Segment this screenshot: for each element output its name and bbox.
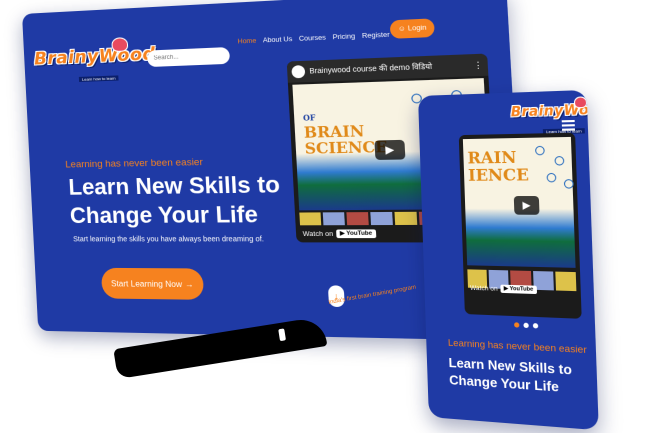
nav-home[interactable]: Home [237, 37, 256, 45]
slider-knob[interactable] [278, 328, 287, 342]
carousel-dot[interactable] [514, 322, 520, 328]
search-input[interactable] [146, 47, 231, 68]
youtube-icon: ▶ YouTube [500, 284, 537, 295]
brand-logo[interactable]: BrainyWood Learn how to learn [34, 37, 156, 84]
channel-avatar[interactable] [291, 65, 306, 79]
more-options-icon[interactable]: ⋮ [473, 60, 483, 70]
hero-tagline: Learning has never been easier [447, 337, 588, 357]
watch-on-label: Watch on [469, 284, 498, 293]
carousel-dot[interactable] [523, 322, 529, 329]
stage: BrainyWood Learn how to learn Home About… [0, 0, 666, 433]
carousel-dots [514, 322, 539, 329]
login-button[interactable]: ☺ Login [389, 18, 435, 39]
nav-register[interactable]: Register [362, 31, 390, 40]
watch-on-label: Watch on [302, 230, 334, 238]
hero-headline-line1: Learn New Skills to [67, 171, 281, 200]
neuron-graphic [563, 179, 574, 189]
hero-tagline: Learning has never been easier [65, 156, 204, 171]
brain-logo-icon [573, 96, 588, 109]
nav-pricing[interactable]: Pricing [332, 33, 355, 42]
carousel-dot[interactable] [532, 323, 539, 329]
main-nav: Home About Us Courses Pricing Register [237, 31, 390, 45]
hero-subtitle: Start learning the skills you have alway… [73, 236, 265, 244]
user-icon: ☺ [397, 25, 406, 34]
hero-headline-line2: Change Your Life [69, 201, 259, 229]
thumbnail-line2: IENCE [467, 164, 530, 185]
login-label: Login [407, 24, 427, 33]
brain-logo-icon [111, 37, 129, 53]
thumbnail-line1: RAIN [467, 147, 517, 168]
hero-headline: Learn New Skills to Change Your Life [68, 170, 314, 230]
video-thumbnail[interactable]: RAIN IENCE ▶ [462, 136, 576, 268]
hamburger-icon[interactable] [561, 119, 575, 131]
play-icon[interactable]: ▶ [513, 196, 540, 215]
video-embed[interactable]: RAIN IENCE ▶ Watch on ▶ YouTube [458, 132, 582, 319]
cta-label: Start Learning Now [110, 278, 183, 289]
neuron-graphic [546, 172, 557, 183]
neuron-graphic [554, 156, 565, 166]
phone-mockup: BrainyWood Learn how to learn RAIN IENCE… [418, 89, 599, 431]
start-learning-button[interactable]: Start Learning Now → [100, 267, 205, 300]
nav-courses[interactable]: Courses [299, 34, 326, 43]
youtube-icon: ▶ YouTube [336, 229, 376, 239]
logo-tagline: Learn how to learn [78, 75, 119, 82]
watch-on-youtube[interactable]: Watch on ▶ YouTube [302, 229, 376, 239]
hero-headline: Learn New Skills to Change Your Life [448, 354, 595, 398]
play-icon[interactable]: ▶ [374, 139, 406, 160]
watch-on-youtube[interactable]: Watch on ▶ YouTube [469, 284, 537, 295]
video-title[interactable]: Brainywood course की demo विडियो [309, 62, 432, 76]
nav-about-us[interactable]: About Us [263, 36, 293, 45]
neuron-graphic [534, 145, 545, 156]
arrow-right-icon: → [184, 279, 194, 289]
thumbnail-title: RAIN IENCE [467, 147, 530, 185]
